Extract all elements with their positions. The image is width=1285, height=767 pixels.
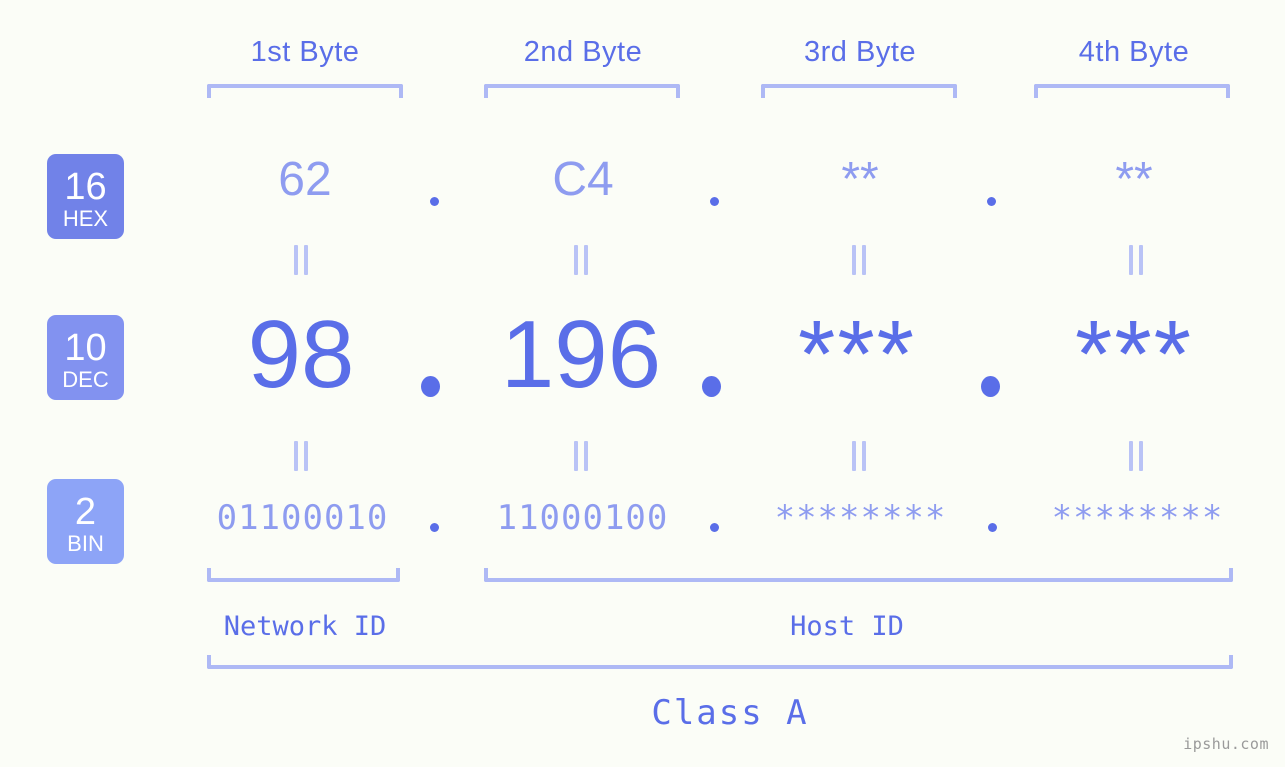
byte-header-label-2: 2nd Byte	[523, 36, 643, 68]
hex-separator-dot-3	[987, 197, 996, 206]
equality-mark-dec-bin-3	[851, 441, 867, 471]
byte-header-label-4: 4th Byte	[1078, 36, 1190, 68]
bin-byte-4-value: ********	[1051, 498, 1224, 538]
byte-bracket-3	[761, 84, 957, 98]
byte-header-label-1: 1st Byte	[250, 36, 360, 68]
dec-byte-1-value: 98	[247, 301, 355, 408]
byte-header-label-3: 3rd Byte	[804, 36, 916, 68]
dec-separator-dot-3	[981, 376, 1000, 397]
bin-byte-1-value: 01100010	[216, 498, 389, 538]
dec-byte-3-value: ***	[797, 301, 917, 408]
host-id-bracket	[484, 568, 1233, 582]
base-badge-hex-name: HEX	[62, 206, 109, 231]
hex-byte-4-value: **	[1115, 153, 1153, 206]
base-badge-bin-number: 2	[74, 491, 97, 533]
equality-mark-hex-dec-3	[851, 245, 867, 275]
base-badge-bin: 2 BIN	[47, 479, 124, 564]
hex-byte-3-value: **	[841, 153, 879, 206]
equality-mark-hex-dec-1	[293, 245, 309, 275]
dec-byte-4-value: ***	[1074, 301, 1194, 408]
base-badge-dec-name: DEC	[62, 367, 109, 392]
base-badge-dec-number: 10	[64, 327, 107, 369]
byte-bracket-2	[484, 84, 680, 98]
base-badge-hex: 16 HEX	[47, 154, 124, 239]
host-id-label: Host ID	[790, 611, 904, 642]
hex-byte-2-value: C4	[552, 153, 614, 206]
hex-separator-dot-2	[710, 197, 719, 206]
bin-byte-3-value: ********	[774, 498, 947, 538]
network-id-bracket	[207, 568, 400, 582]
base-badge-bin-name: BIN	[67, 531, 104, 556]
base-badge-hex-number: 16	[64, 166, 107, 208]
ip-address-breakdown-diagram: 1st Byte 2nd Byte 3rd Byte 4th Byte 16 H…	[0, 0, 1285, 767]
equality-mark-dec-bin-2	[573, 441, 589, 471]
byte-bracket-4	[1034, 84, 1230, 98]
byte-bracket-1	[207, 84, 403, 98]
dec-byte-2-value: 196	[500, 301, 662, 408]
base-badge-dec: 10 DEC	[47, 315, 124, 400]
hex-separator-dot-1	[430, 197, 439, 206]
equality-mark-hex-dec-4	[1128, 245, 1144, 275]
bin-separator-dot-2	[710, 523, 719, 532]
class-bracket	[207, 655, 1233, 669]
equality-mark-hex-dec-2	[573, 245, 589, 275]
site-watermark: ipshu.com	[1183, 735, 1269, 753]
bin-separator-dot-3	[988, 523, 997, 532]
bin-separator-dot-1	[430, 523, 439, 532]
dec-separator-dot-1	[421, 376, 440, 397]
dec-separator-dot-2	[702, 376, 721, 397]
hex-byte-1-value: 62	[278, 153, 332, 206]
class-label: Class A	[651, 693, 809, 733]
bin-byte-2-value: 11000100	[496, 498, 669, 538]
network-id-label: Network ID	[223, 611, 387, 642]
equality-mark-dec-bin-4	[1128, 441, 1144, 471]
equality-mark-dec-bin-1	[293, 441, 309, 471]
